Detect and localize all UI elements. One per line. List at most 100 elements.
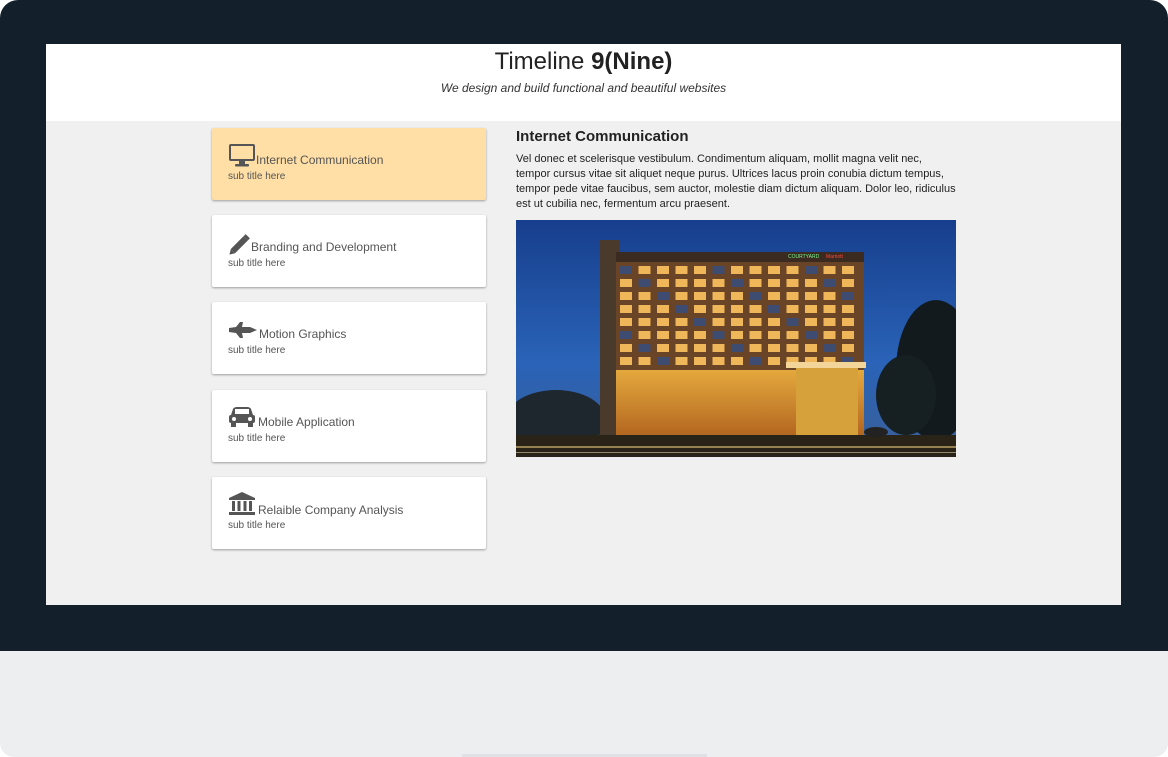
hotel-window <box>657 266 669 274</box>
hotel-window <box>842 318 854 326</box>
tab-motion-graphics[interactable]: Motion Graphics sub title here <box>212 302 486 374</box>
hotel-window <box>620 331 632 339</box>
hotel-window <box>823 331 836 339</box>
hotel-window <box>638 279 651 287</box>
hotel-window <box>712 279 725 287</box>
screen: Timeline 9(Nine) We design and build fun… <box>46 44 1121 605</box>
hotel-window <box>675 344 688 352</box>
tagline: We design and build functional and beaut… <box>440 81 727 95</box>
tab-internet-communication[interactable]: Internet Communication sub title here <box>212 128 486 200</box>
hotel-window <box>657 305 669 313</box>
hotel-window <box>638 305 651 313</box>
hotel-window <box>768 331 780 339</box>
hotel-window <box>805 318 817 326</box>
hotel-window <box>749 266 762 274</box>
hotel-window <box>749 318 762 326</box>
tab-label: Motion Graphics <box>259 327 347 341</box>
hotel-window <box>823 279 836 287</box>
tab-mobile-application[interactable]: Mobile Application sub title here <box>212 390 486 462</box>
hotel-window <box>786 305 799 313</box>
title-bold: 9(Nine) <box>591 48 673 75</box>
tab-branding-and-development[interactable]: Branding and Development sub title here <box>212 215 486 287</box>
hotel-window <box>731 305 743 313</box>
tab-subtitle: sub title here <box>228 520 286 531</box>
hotel-window <box>823 266 836 274</box>
hotel-window <box>786 292 799 300</box>
hotel-window <box>694 331 706 339</box>
hotel-window <box>805 266 817 274</box>
hotel-window <box>620 318 632 326</box>
tab-content: Internet Communication Vel donec et scel… <box>516 128 956 457</box>
hotel-window <box>694 292 706 300</box>
hotel-window <box>712 318 725 326</box>
page-header: Timeline 9(Nine) We design and build fun… <box>46 44 1121 121</box>
hotel-window <box>731 344 743 352</box>
hotel-window <box>842 331 854 339</box>
hotel-window <box>694 305 706 313</box>
hotel-window <box>657 318 669 326</box>
hotel-image: COURTYARD Marriott <box>516 220 956 457</box>
hotel-window <box>731 357 743 365</box>
hotel-window <box>805 279 817 287</box>
hotel-window <box>694 266 706 274</box>
hotel-window <box>712 331 725 339</box>
hotel-window <box>657 357 669 365</box>
space-shuttle-icon <box>228 320 257 346</box>
hotel-window <box>731 266 743 274</box>
hotel-window <box>694 318 706 326</box>
hotel-window <box>823 344 836 352</box>
hotel-window <box>749 344 762 352</box>
hotel-window <box>749 305 762 313</box>
hotel-window <box>638 331 651 339</box>
monitor-base <box>0 651 1168 757</box>
hotel-window <box>638 344 651 352</box>
hotel-window <box>657 292 669 300</box>
hotel-window <box>675 266 688 274</box>
hotel-window <box>638 266 651 274</box>
hotel-window <box>805 305 817 313</box>
hotel-window <box>620 344 632 352</box>
hotel-window <box>768 318 780 326</box>
hotel-window <box>842 292 854 300</box>
hotel-window <box>638 292 651 300</box>
hotel-window <box>749 357 762 365</box>
hotel-window <box>675 292 688 300</box>
hotel-window <box>675 318 688 326</box>
hotel-window <box>786 318 799 326</box>
car-icon <box>228 406 256 432</box>
hotel-window <box>620 279 632 287</box>
hotel-window <box>694 344 706 352</box>
hotel-window <box>675 331 688 339</box>
tab-label: Relaible Company Analysis <box>258 503 404 517</box>
hotel-window <box>694 279 706 287</box>
hotel-window <box>675 305 688 313</box>
hotel-window <box>620 266 632 274</box>
hotel-window <box>842 266 854 274</box>
hotel-window <box>657 344 669 352</box>
hotel-window <box>749 279 762 287</box>
hotel-window <box>620 305 632 313</box>
tab-reliable-company-analysis[interactable]: Relaible Company Analysis sub title here <box>212 477 486 549</box>
hotel-window <box>768 279 780 287</box>
hotel-window <box>712 305 725 313</box>
tab-label: Mobile Application <box>258 415 355 429</box>
hotel-window <box>675 279 688 287</box>
hotel-window <box>749 331 762 339</box>
hotel-sign-marriott: Marriott <box>826 254 844 260</box>
hotel-window <box>712 344 725 352</box>
hotel-window <box>731 331 743 339</box>
tab-subtitle: sub title here <box>228 258 286 269</box>
hotel-window <box>823 318 836 326</box>
tab-subtitle: sub title here <box>228 171 286 182</box>
hotel-window <box>786 279 799 287</box>
hotel-window <box>712 266 725 274</box>
hotel-sign-courtyard: COURTYARD <box>788 254 820 260</box>
page-title: Timeline 9(Nine) <box>46 47 1121 77</box>
title-normal: Timeline <box>494 48 585 75</box>
hotel-window <box>768 292 780 300</box>
hotel-window <box>842 305 854 313</box>
hotel-window <box>620 357 632 365</box>
hotel-window <box>620 292 632 300</box>
hotel-window <box>638 318 651 326</box>
hotel-window <box>638 357 651 365</box>
